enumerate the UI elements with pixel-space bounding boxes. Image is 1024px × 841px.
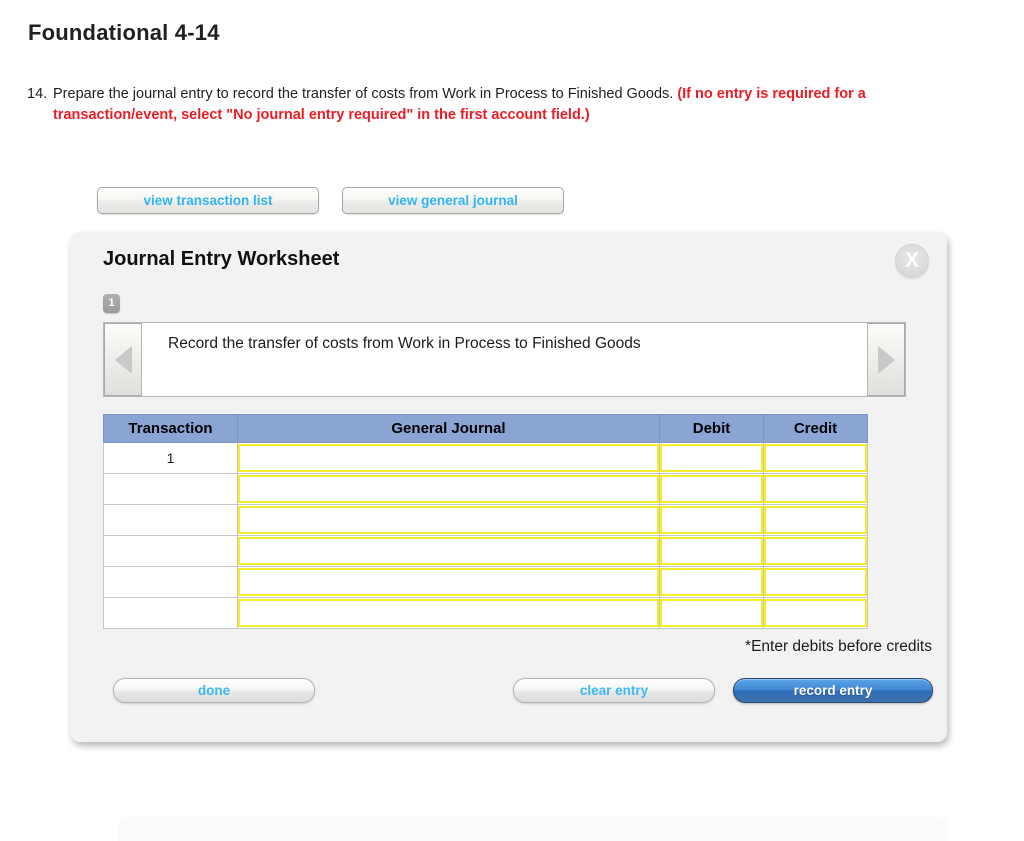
entry-description: Record the transfer of costs from Work i… (142, 323, 867, 396)
page-root: Foundational 4-14 14. Prepare the journal… (0, 0, 1024, 841)
transaction-number-cell (103, 535, 238, 567)
view-transaction-list-button[interactable]: view transaction list (97, 187, 319, 214)
view-buttons-row: view transaction list view general journa… (97, 187, 564, 214)
table-row (103, 566, 868, 598)
column-header-credit: Credit (763, 414, 868, 443)
question-number: 14. (27, 86, 48, 102)
question-text: Prepare the journal entry to record the … (53, 86, 678, 102)
worksheet-title: Journal Entry Worksheet (103, 248, 340, 270)
general-journal-input-row-3[interactable] (238, 506, 659, 534)
chevron-left-icon (114, 345, 132, 374)
close-icon[interactable]: X (895, 244, 929, 278)
journal-entry-table: Transaction General Journal Debit Credit… (103, 414, 868, 629)
debit-input-row-3[interactable] (660, 506, 763, 534)
next-panel-edge (118, 817, 948, 841)
credit-input-row-1[interactable] (764, 444, 867, 472)
page-title: Foundational 4-14 (28, 20, 220, 45)
close-icon-glyph: X (904, 249, 919, 272)
column-header-general-journal: General Journal (237, 414, 660, 443)
next-entry-button[interactable] (867, 323, 905, 396)
question-text-wrapper: Prepare the journal entry to record the … (53, 84, 901, 126)
credit-input-row-3[interactable] (764, 506, 867, 534)
debit-input-row-1[interactable] (660, 444, 763, 472)
done-button[interactable]: done (113, 678, 315, 703)
view-general-journal-button[interactable]: view general journal (342, 187, 564, 214)
column-header-debit: Debit (659, 414, 764, 443)
table-body: 1 (103, 442, 868, 629)
question-block: 14. Prepare the journal entry to record t… (27, 84, 907, 126)
debit-input-row-6[interactable] (660, 599, 763, 627)
transaction-number-cell (103, 597, 238, 629)
transaction-number-cell (103, 504, 238, 536)
credit-input-row-4[interactable] (764, 537, 867, 565)
debit-input-row-2[interactable] (660, 475, 763, 503)
entry-navigation-row: Record the transfer of costs from Work i… (103, 322, 906, 397)
clear-entry-button[interactable]: clear entry (513, 678, 715, 703)
previous-entry-button[interactable] (104, 323, 142, 396)
record-entry-button[interactable]: record entry (733, 678, 933, 703)
transaction-number-cell (103, 566, 238, 598)
credit-input-row-2[interactable] (764, 475, 867, 503)
column-header-transaction: Transaction (103, 414, 238, 443)
table-row (103, 535, 868, 567)
worksheet-tab-1[interactable]: 1 (103, 294, 120, 313)
table-row (103, 597, 868, 629)
general-journal-input-row-2[interactable] (238, 475, 659, 503)
table-row (103, 473, 868, 505)
debit-input-row-5[interactable] (660, 568, 763, 596)
table-row (103, 504, 868, 536)
general-journal-input-row-4[interactable] (238, 537, 659, 565)
general-journal-input-row-1[interactable] (238, 444, 659, 472)
transaction-number-cell: 1 (103, 442, 238, 474)
general-journal-input-row-6[interactable] (238, 599, 659, 627)
general-journal-input-row-5[interactable] (238, 568, 659, 596)
credit-input-row-5[interactable] (764, 568, 867, 596)
table-header-row: Transaction General Journal Debit Credit (103, 414, 868, 443)
debit-input-row-4[interactable] (660, 537, 763, 565)
table-row: 1 (103, 442, 868, 474)
transaction-number-cell (103, 473, 238, 505)
debits-before-credits-hint: *Enter debits before credits (745, 638, 932, 655)
chevron-right-icon (877, 345, 895, 374)
journal-entry-worksheet-panel: Journal Entry Worksheet X 1 Record the t… (70, 232, 947, 742)
credit-input-row-6[interactable] (764, 599, 867, 627)
